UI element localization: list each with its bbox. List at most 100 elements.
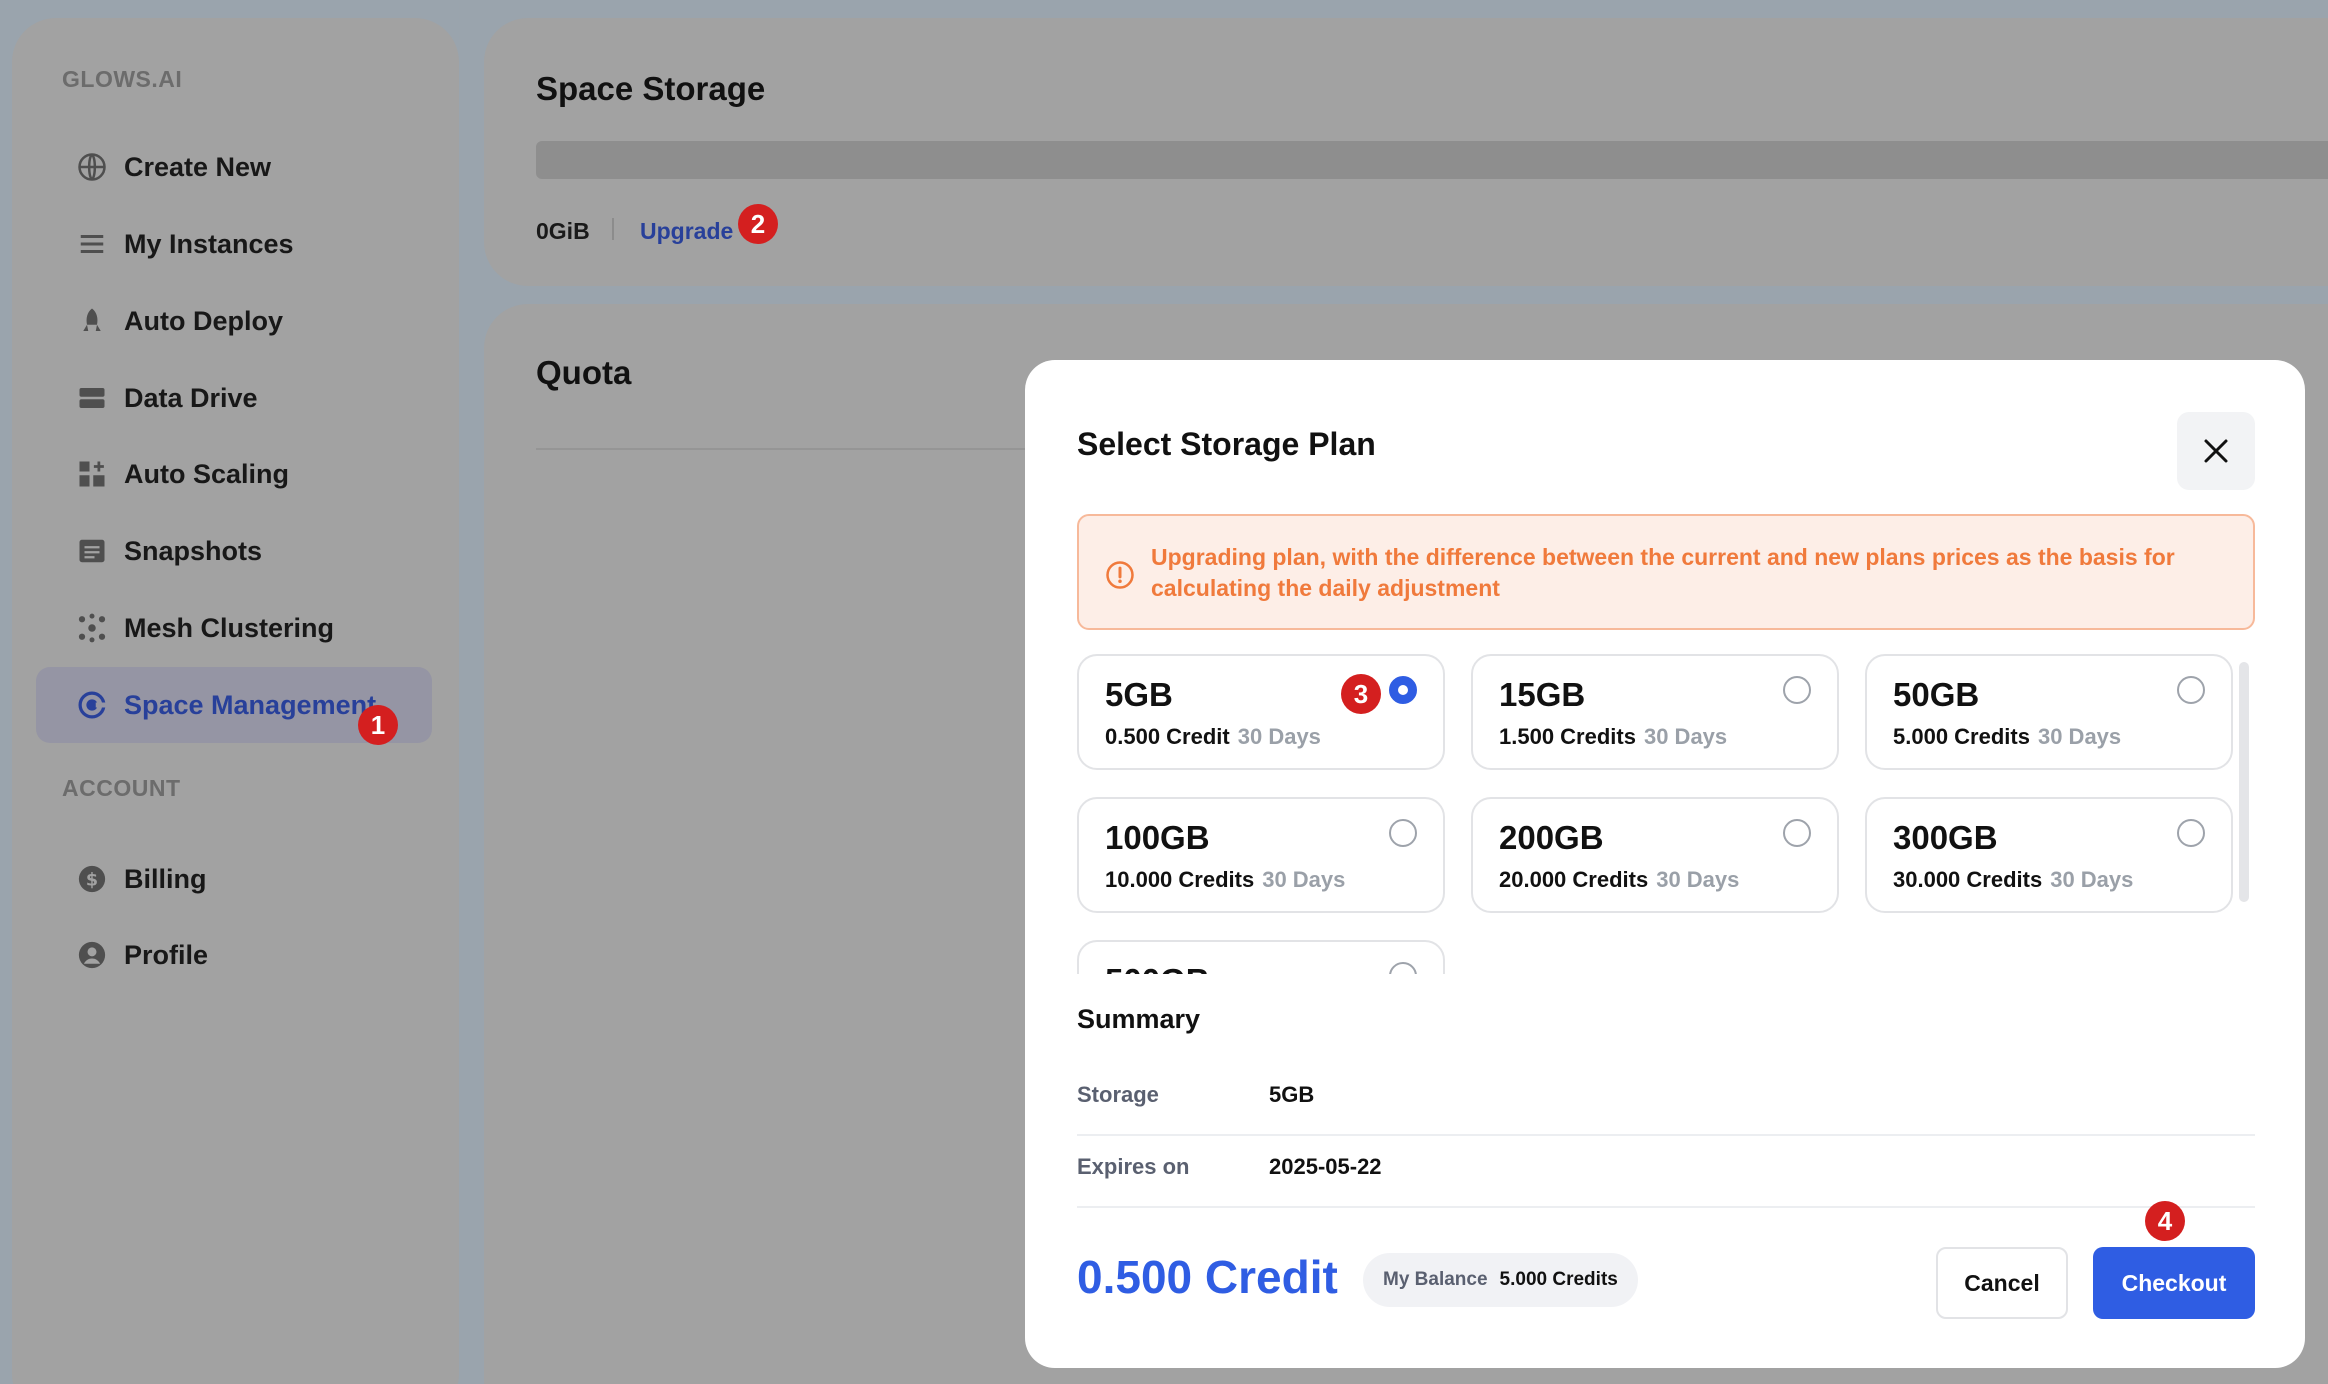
- annotation-badge: 4: [2145, 1201, 2185, 1241]
- summary-value: 5GB: [1269, 1082, 1315, 1107]
- balance-pill: My Balance 5.000 Credits: [1363, 1253, 1638, 1307]
- snapshot-icon: [76, 535, 108, 567]
- annotation-badge: 1: [358, 705, 398, 745]
- upgrade-link[interactable]: Upgrade: [640, 218, 733, 245]
- summary-value: 2025-05-22: [1269, 1154, 1382, 1179]
- summary-key: Storage: [1077, 1082, 1159, 1107]
- balance-label: My Balance: [1383, 1269, 1488, 1290]
- sidebar-item-auto-deploy[interactable]: Auto Deploy: [36, 283, 432, 359]
- plan-price-value: 30.000 Credits: [1893, 867, 2043, 892]
- sidebar-item-snapshots[interactable]: Snapshots: [36, 513, 432, 589]
- plan-price: 0.500 Credit 30 Days: [1105, 724, 1321, 750]
- plan-price-value: 5.000 Credits: [1893, 724, 2030, 749]
- scaling-icon: [76, 458, 108, 490]
- account-section-label: ACCOUNT: [62, 775, 181, 801]
- summary-row-storage: Storage 5GB: [1077, 1064, 2255, 1136]
- quota-title: Quota: [536, 354, 632, 391]
- sidebar-item-label: Profile: [124, 939, 209, 970]
- sidebar-item-my-instances[interactable]: My Instances: [36, 206, 432, 282]
- plan-card-300gb[interactable]: 300GB 30.000 Credits 30 Days: [1865, 797, 2233, 913]
- plan-size: 300GB: [1893, 819, 1998, 856]
- plan-card-5gb[interactable]: 5GB 0.500 Credit 30 Days 3: [1077, 654, 1445, 770]
- sidebar-item-create-new[interactable]: Create New: [36, 129, 432, 205]
- sidebar-item-data-drive[interactable]: Data Drive: [36, 360, 432, 436]
- sidebar-item-label: Billing: [124, 863, 207, 894]
- plan-price: 10.000 Credits 30 Days: [1105, 867, 1345, 893]
- plan-price-value: 10.000 Credits: [1105, 867, 1255, 892]
- plan-size: 100GB: [1105, 819, 1210, 856]
- storage-used-value: 0GiB: [536, 218, 590, 244]
- close-icon: [2204, 439, 2228, 463]
- plan-price: 1.500 Credits 30 Days: [1499, 724, 1727, 750]
- plan-radio[interactable]: [2177, 819, 2205, 847]
- plan-card-50gb[interactable]: 50GB 5.000 Credits 30 Days: [1865, 654, 2233, 770]
- sidebar: GLOWS.AI Create New My Instances Auto De…: [12, 18, 459, 1384]
- storage-plan-modal: Select Storage Plan Upgrading plan, with…: [1025, 360, 2305, 1368]
- plan-card-500gb[interactable]: 500GB: [1077, 940, 1445, 974]
- modal-title: Select Storage Plan: [1077, 426, 1376, 462]
- plan-radio[interactable]: [2177, 676, 2205, 704]
- plan-price: 30.000 Credits 30 Days: [1893, 867, 2133, 893]
- sidebar-item-mesh-clustering[interactable]: Mesh Clustering: [36, 590, 432, 666]
- svg-text:$: $: [86, 870, 98, 890]
- sidebar-item-label: Snapshots: [124, 535, 263, 566]
- brand-label: GLOWS.AI: [62, 66, 183, 92]
- list-icon: [76, 228, 108, 260]
- plan-duration: 30 Days: [1237, 724, 1321, 749]
- plan-duration: 30 Days: [2037, 724, 2122, 749]
- sidebar-item-profile[interactable]: Profile: [36, 917, 432, 993]
- mesh-icon: [76, 612, 108, 644]
- space-icon: [76, 689, 108, 721]
- close-button[interactable]: [2177, 412, 2255, 490]
- divider: [536, 448, 1076, 450]
- annotation-badge: 3: [1341, 674, 1381, 714]
- storage-usage-bar: [536, 141, 2328, 179]
- plan-radio[interactable]: [1783, 819, 1811, 847]
- summary-key: Expires on: [1077, 1154, 1190, 1179]
- plan-duration: 30 Days: [2050, 867, 2134, 892]
- sidebar-item-auto-scaling[interactable]: Auto Scaling: [36, 436, 432, 512]
- plan-duration: 30 Days: [1262, 867, 1346, 892]
- plan-price-value: 1.500 Credits: [1499, 724, 1636, 749]
- plan-card-15gb[interactable]: 15GB 1.500 Credits 30 Days: [1471, 654, 1839, 770]
- sidebar-item-label: Create New: [124, 151, 272, 182]
- plan-list: 5GB 0.500 Credit 30 Days 3 15GB 1.500 Cre…: [1077, 654, 2255, 974]
- plan-size: 50GB: [1893, 676, 1980, 713]
- upgrade-alert: Upgrading plan, with the difference betw…: [1077, 514, 2255, 630]
- divider: [612, 218, 614, 240]
- plan-price: 20.000 Credits 30 Days: [1499, 867, 1739, 893]
- plan-price-value: 0.500 Credit: [1105, 724, 1230, 749]
- plan-card-100gb[interactable]: 100GB 10.000 Credits 30 Days: [1077, 797, 1445, 913]
- plan-radio[interactable]: [1389, 676, 1417, 704]
- globe-icon: [76, 151, 108, 183]
- summary-title: Summary: [1077, 1004, 1201, 1034]
- cancel-button[interactable]: Cancel: [1936, 1247, 2068, 1319]
- alert-message: Upgrading plan, with the difference betw…: [1151, 544, 2175, 601]
- sidebar-item-label: Auto Deploy: [124, 305, 283, 336]
- space-storage-title: Space Storage: [536, 70, 766, 107]
- user-icon: [76, 939, 108, 971]
- plan-duration: 30 Days: [1643, 724, 1728, 749]
- plan-radio[interactable]: [1783, 676, 1811, 704]
- sidebar-item-label: Auto Scaling: [124, 458, 290, 489]
- app-root: GLOWS.AI Create New My Instances Auto De…: [0, 0, 2328, 1384]
- sidebar-item-billing[interactable]: $ Billing: [36, 841, 432, 917]
- dollar-icon: $: [76, 863, 108, 895]
- plan-price-value: 20.000 Credits: [1499, 867, 1649, 892]
- plan-radio[interactable]: [1389, 962, 1417, 974]
- plan-duration: 30 Days: [1656, 867, 1740, 892]
- sidebar-item-label: Space Management: [124, 689, 377, 720]
- drive-icon: [76, 382, 108, 414]
- checkout-button[interactable]: Checkout: [2093, 1247, 2255, 1319]
- plan-size: 500GB: [1105, 962, 1210, 974]
- rocket-icon: [76, 305, 108, 337]
- plan-list-scrollbar[interactable]: [2239, 662, 2249, 902]
- plan-radio[interactable]: [1389, 819, 1417, 847]
- warning-icon: [1106, 561, 1134, 589]
- space-storage-card: Space Storage 0GiB Upgrade 2: [484, 18, 2328, 286]
- sidebar-item-label: Data Drive: [124, 382, 258, 413]
- annotation-badge: 2: [738, 204, 778, 244]
- plan-card-200gb[interactable]: 200GB 20.000 Credits 30 Days: [1471, 797, 1839, 913]
- plan-size: 15GB: [1499, 676, 1586, 713]
- plan-price: 5.000 Credits 30 Days: [1893, 724, 2121, 750]
